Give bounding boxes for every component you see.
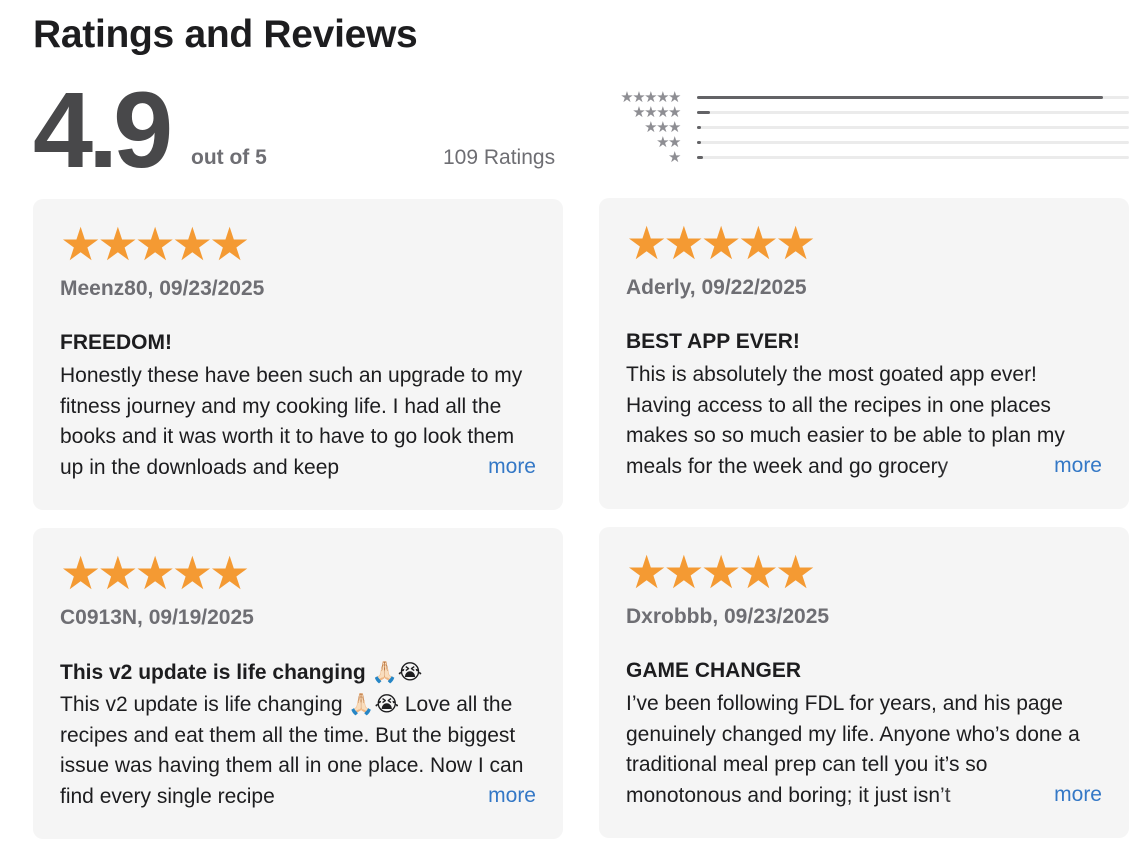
review-card[interactable]: ★★★★★ Dxrobbb, 09/23/2025 GAME CHANGER I…: [599, 527, 1129, 838]
rating-scale-label: out of 5: [191, 146, 267, 169]
histogram-track: [697, 96, 1129, 99]
histogram-row-5: ★★★★★: [590, 90, 1130, 105]
histogram-bar: [697, 111, 710, 114]
average-rating: 4.9: [33, 69, 173, 190]
histogram-row-2: ★★: [590, 135, 1130, 150]
star-icons: ★★★★: [632, 104, 681, 121]
reviewer-and-date: Meenz80, 09/23/2025: [60, 277, 265, 300]
star-rating-icons: ★★★★★: [626, 546, 816, 598]
star-icons: ★★★★★: [620, 89, 681, 106]
reviewer-and-date: Aderly, 09/22/2025: [626, 276, 807, 299]
review-title: BEST APP EVER!: [626, 330, 800, 353]
more-link[interactable]: more: [488, 455, 536, 479]
review-card[interactable]: ★★★★★ Aderly, 09/22/2025 BEST APP EVER! …: [599, 198, 1129, 509]
more-link[interactable]: more: [1054, 783, 1102, 807]
histogram-row-1: ★: [590, 150, 1130, 165]
star-icons: ★★: [656, 134, 681, 151]
rating-histogram: ★★★★★ ★★★★ ★★★ ★★ ★: [590, 90, 1130, 170]
histogram-bar: [697, 96, 1103, 99]
review-title: This v2 update is life changing 🙏🏻😭: [60, 661, 423, 684]
star-rating-icons: ★★★★★: [60, 547, 250, 599]
reviewer-and-date: C0913N, 09/19/2025: [60, 606, 254, 629]
review-title: GAME CHANGER: [626, 659, 802, 682]
histogram-bar: [697, 141, 701, 144]
star-icons: ★: [668, 149, 681, 166]
star-icons: ★★★: [644, 119, 681, 136]
histogram-track: [697, 141, 1129, 144]
review-card[interactable]: ★★★★★ Meenz80, 09/23/2025 FREEDOM! Hones…: [33, 199, 563, 510]
review-card[interactable]: ★★★★★ C0913N, 09/19/2025 This v2 update …: [33, 528, 563, 839]
histogram-track: [697, 126, 1129, 129]
histogram-bar: [697, 126, 701, 129]
review-title: FREEDOM!: [60, 331, 172, 354]
star-rating-icons: ★★★★★: [626, 217, 816, 269]
histogram-track: [697, 111, 1129, 114]
section-title: Ratings and Reviews: [33, 13, 418, 56]
ratings-count: 109 Ratings: [443, 146, 556, 169]
reviewer-and-date: Dxrobbb, 09/23/2025: [626, 605, 830, 628]
histogram-row-3: ★★★: [590, 120, 1130, 135]
histogram-row-4: ★★★★: [590, 105, 1130, 120]
histogram-track: [697, 156, 1129, 159]
more-link[interactable]: more: [1054, 454, 1102, 478]
star-rating-icons: ★★★★★: [60, 218, 250, 270]
more-link[interactable]: more: [488, 784, 536, 808]
histogram-bar: [697, 156, 703, 159]
